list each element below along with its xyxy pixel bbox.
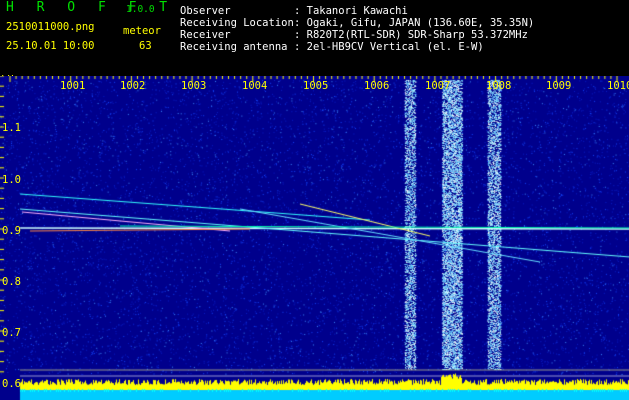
y-tick-1.0: 1.0 (2, 174, 21, 186)
y-tick-0.7: 0.7 (2, 327, 21, 339)
meteor-count: 63 (139, 40, 152, 52)
y-tick-0.9: 0.9 (2, 225, 21, 237)
antenna-label: Receiving antenna (180, 41, 288, 53)
x-tick-1003: 1003 (181, 80, 207, 92)
x-tick-1005: 1005 (303, 80, 329, 92)
x-tick-1010: 1010 (607, 80, 629, 92)
observer-label: Observer (180, 5, 231, 17)
y-tick-0.6: 0.6 (2, 378, 21, 390)
app-version: 1.0.0 (126, 4, 155, 15)
receiver-value: : R820T2(RTL-SDR) SDR-Sharp 53.372MHz (294, 29, 528, 41)
observer-value: : Takanori Kawachi (294, 5, 408, 17)
x-tick-1007: 1007 (425, 80, 451, 92)
x-tick-1006: 1006 (364, 80, 390, 92)
header-panel: H R O F F T 1.0.0 2510011000.png 25.10.0… (0, 0, 629, 86)
x-tick-1004: 1004 (242, 80, 268, 92)
y-tick-0.8: 0.8 (2, 276, 21, 288)
meteor-label: meteor (123, 25, 161, 37)
x-tick-1001: 1001 (60, 80, 86, 92)
file-name: 2510011000.png (6, 21, 95, 33)
spectrogram-canvas (0, 76, 629, 400)
location-label: Receiving Location (180, 17, 294, 29)
receiver-label: Receiver (180, 29, 231, 41)
date-time: 25.10.01 10:00 (6, 40, 95, 52)
y-tick-1.1: 1.1 (2, 122, 21, 134)
x-tick-1002: 1002 (120, 80, 146, 92)
x-tick-1009: 1009 (546, 80, 572, 92)
x-tick-1008: 1008 (486, 80, 512, 92)
location-value: : Ogaki, Gifu, JAPAN (136.60E, 35.35N) (294, 17, 535, 29)
antenna-value: : 2el-HB9CV Vertical (el. E-W) (294, 41, 484, 53)
